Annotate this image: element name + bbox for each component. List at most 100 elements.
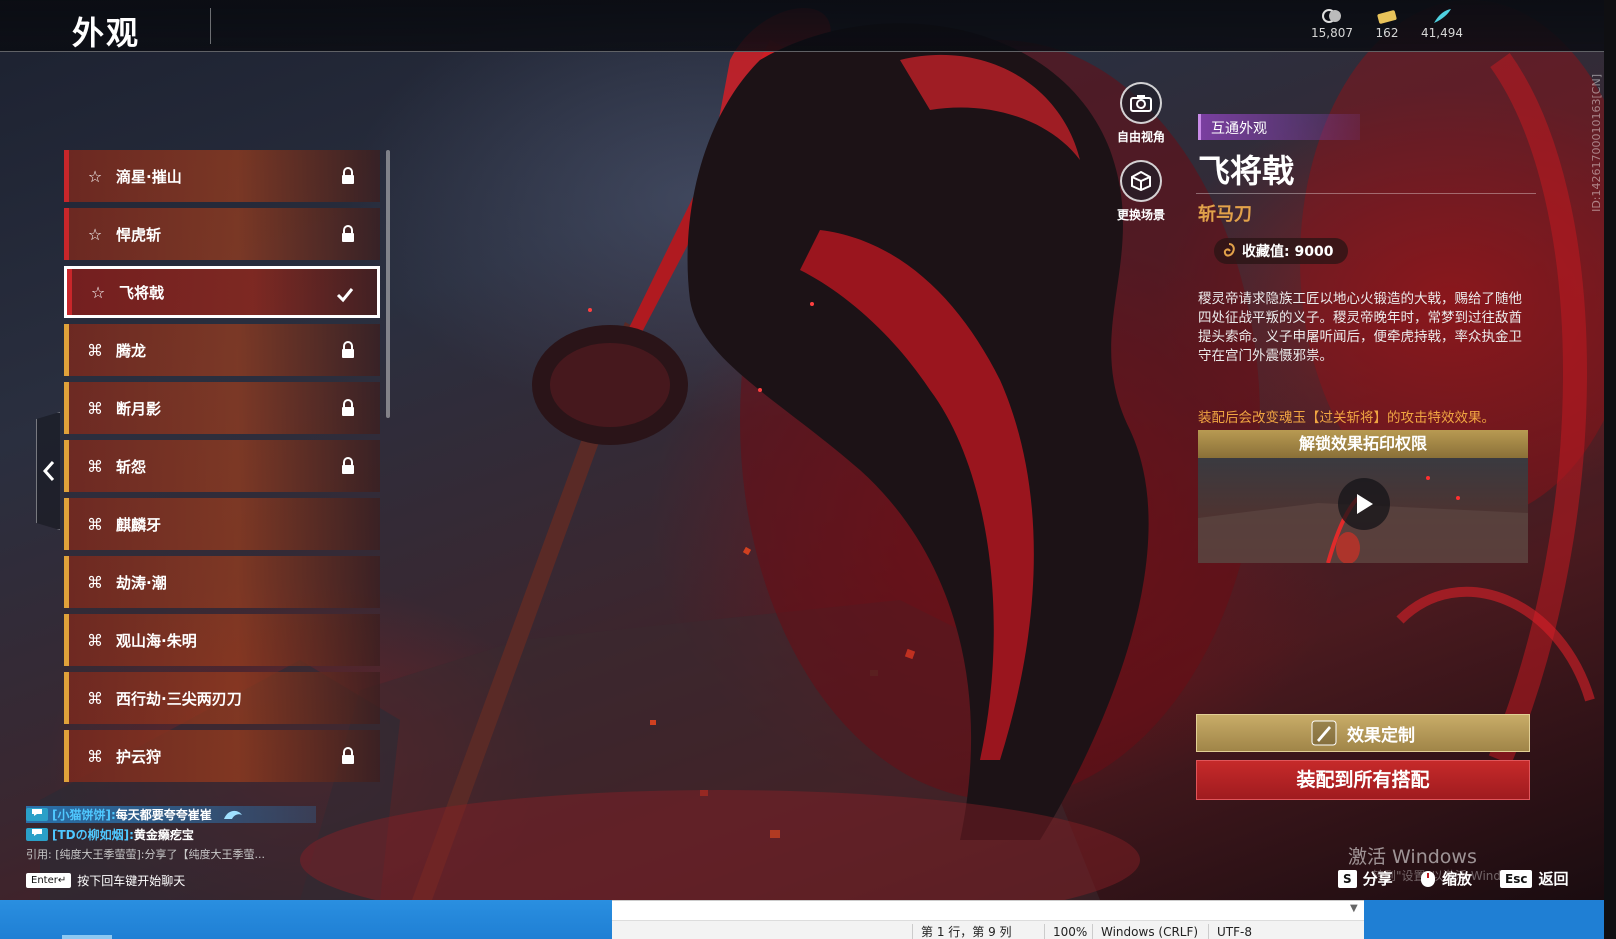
page-title: 外观	[72, 14, 141, 52]
list-item[interactable]: ☆ 滴星·摧山	[64, 150, 380, 202]
title-divider-line	[1196, 193, 1536, 194]
list-item[interactable]: ⌘ 西行劫·三尖两刃刀	[64, 672, 380, 724]
appearance-list[interactable]: ☆ 滴星·摧山 ☆ 悍虎斩 ☆ 飞将戟 ⌘ 腾龙 ⌘ 断月影 ⌘ 斩怨 ⌘ 麒麟牙 ⌘ 劫涛·潮 ⌘ 观山海·朱明…	[64, 150, 394, 792]
lock-icon	[342, 399, 354, 416]
lock-icon	[342, 167, 354, 184]
cross-pattern-icon: ⌘	[87, 398, 103, 418]
chat-text: 每天都要夸夸崔崔	[115, 808, 212, 822]
chevron-left-icon	[42, 461, 54, 481]
cross-pattern-icon: ⌘	[87, 630, 103, 650]
list-scrollbar[interactable]	[386, 150, 390, 418]
taskbar[interactable]	[0, 900, 612, 939]
brush-icon	[1311, 720, 1337, 746]
cross-pattern-icon: ⌘	[87, 746, 103, 766]
feather-icon	[1434, 9, 1451, 23]
play-button[interactable]	[1338, 478, 1390, 530]
item-description: 稷灵帝请求隐族工匠以地心火锻造的大戟，赐给了随他四处征战平叛的义子。稷灵帝晚年时…	[1198, 291, 1522, 364]
star-outline-icon: ☆	[87, 166, 103, 186]
list-item[interactable]: ⌘ 断月影	[64, 382, 380, 434]
chat-hint-text: 按下回车键开始聊天	[77, 874, 186, 888]
cross-pattern-icon: ⌘	[87, 456, 103, 476]
lock-icon	[342, 747, 354, 764]
list-item-name: 悍虎斩	[116, 225, 162, 244]
chat-channel-badge	[26, 808, 48, 821]
back-hint[interactable]: Esc 返回	[1500, 868, 1568, 889]
effect-customize-label: 效果定制	[1347, 725, 1415, 746]
list-item-name: 滴星·摧山	[116, 167, 182, 186]
item-type: 斩马刀	[1198, 204, 1252, 225]
collect-label: 收藏值: 9000	[1242, 244, 1334, 260]
chat-message[interactable]: [TDの柳如烟]: 黄金癞疙宝	[26, 826, 194, 843]
editor-text-area[interactable]	[612, 901, 1364, 921]
desktop-background	[1364, 900, 1604, 939]
list-item[interactable]: ⌘ 麒麟牙	[64, 498, 380, 550]
effect-customize-button[interactable]: 效果定制	[1196, 714, 1530, 752]
list-item[interactable]: ☆ 飞将戟	[64, 266, 380, 318]
currency-value: 41,494	[1421, 26, 1463, 40]
zoom-label: 缩放	[1442, 870, 1473, 888]
list-item[interactable]: ⌘ 观山海·朱明	[64, 614, 380, 666]
list-item[interactable]: ⌘ 腾龙	[64, 324, 380, 376]
list-item[interactable]: ⌘ 斩怨	[64, 440, 380, 492]
scroll-down-icon[interactable]: ▼	[1350, 903, 1358, 914]
chat-badge-icon	[32, 829, 42, 836]
status-position: 第 1 行，第 9 列	[912, 924, 1012, 939]
checkmark-icon	[336, 288, 354, 303]
effect-note: 装配后会改变魂玉【过关斩将】的攻击特效效果。	[1198, 410, 1495, 426]
title-divider	[210, 8, 211, 44]
chat-badge-icon	[32, 809, 42, 816]
free-view-label: 自由视角	[1116, 130, 1165, 144]
list-item-name: 西行劫·三尖两刃刀	[116, 689, 242, 708]
cross-pattern-icon: ⌘	[87, 688, 103, 708]
list-item[interactable]: ⌘ 劫涛·潮	[64, 556, 380, 608]
chat-message[interactable]: [小猫饼饼]: 每天都要夸夸崔崔	[26, 806, 316, 823]
chat-input-hint[interactable]: Enter↵ 按下回车键开始聊天	[26, 872, 185, 889]
change-scene-button[interactable]: 更换场景	[1096, 160, 1186, 223]
currency-feather[interactable]: 41,494	[1412, 8, 1472, 40]
currency-value: 162	[1375, 26, 1399, 40]
cross-pattern-icon: ⌘	[87, 340, 103, 360]
currency-value: 15,807	[1311, 26, 1353, 40]
enter-key: Enter↵	[26, 873, 72, 888]
list-item[interactable]: ⌘ 护云狩	[64, 730, 380, 782]
cross-pattern-icon: ⌘	[87, 572, 103, 592]
share-hint[interactable]: S 分享	[1338, 868, 1393, 889]
chat-text: 黄金癞疙宝	[133, 828, 194, 842]
window-edge	[1604, 0, 1616, 939]
list-item-name: 观山海·朱明	[116, 631, 197, 650]
star-outline-icon: ☆	[87, 224, 103, 244]
currency-ticket[interactable]: 162	[1357, 8, 1417, 40]
currency-spirit-coin[interactable]: 15,807	[1302, 8, 1362, 40]
list-item-name: 腾龙	[116, 341, 147, 360]
list-item[interactable]: ☆ 悍虎斩	[64, 208, 380, 260]
equip-all-button[interactable]: 装配到所有搭配	[1196, 760, 1530, 800]
star-outline-icon: ☆	[90, 282, 106, 302]
dragon-emblem-icon	[223, 810, 242, 819]
cube-icon	[1131, 171, 1151, 191]
effect-preview-video[interactable]	[1198, 458, 1528, 563]
share-key: S	[1338, 869, 1357, 888]
free-view-button[interactable]: 自由视角	[1096, 82, 1186, 145]
cross-pattern-icon: ⌘	[87, 514, 103, 534]
unlock-effect-bar: 解锁效果拓印权限	[1198, 430, 1528, 458]
status-zoom: 100%	[1044, 924, 1087, 939]
chat-sender: [小猫饼饼]:	[52, 808, 116, 822]
ticket-icon	[1377, 10, 1397, 24]
list-item-name: 劫涛·潮	[116, 573, 167, 592]
list-item-name: 斩怨	[116, 457, 147, 476]
chat-quote: 引用: [纯度大王季萤萤]:分享了【纯度大王季萤...	[26, 845, 265, 862]
lock-icon	[342, 457, 354, 474]
spirit-coin-icon	[1322, 9, 1341, 23]
item-title: 飞将戟	[1198, 152, 1295, 190]
text-editor-window: ▼ 第 1 行，第 9 列 100% Windows (CRLF) UTF-8	[612, 900, 1364, 939]
change-scene-label: 更换场景	[1116, 208, 1165, 222]
lock-icon	[342, 225, 354, 242]
chat-channel-badge	[26, 828, 48, 841]
build-id: ID:14261700010163[CN]	[1590, 74, 1603, 212]
collection-icon	[1223, 243, 1235, 257]
collapse-panel-button[interactable]	[36, 412, 60, 530]
collect-value: 收藏值: 9000	[1214, 238, 1348, 264]
list-item-name: 飞将戟	[119, 283, 165, 302]
chat-quote-text: 引用: [纯度大王季萤萤]:分享了【纯度大王季萤...	[26, 847, 265, 861]
zoom-hint[interactable]: 缩放	[1420, 868, 1472, 889]
